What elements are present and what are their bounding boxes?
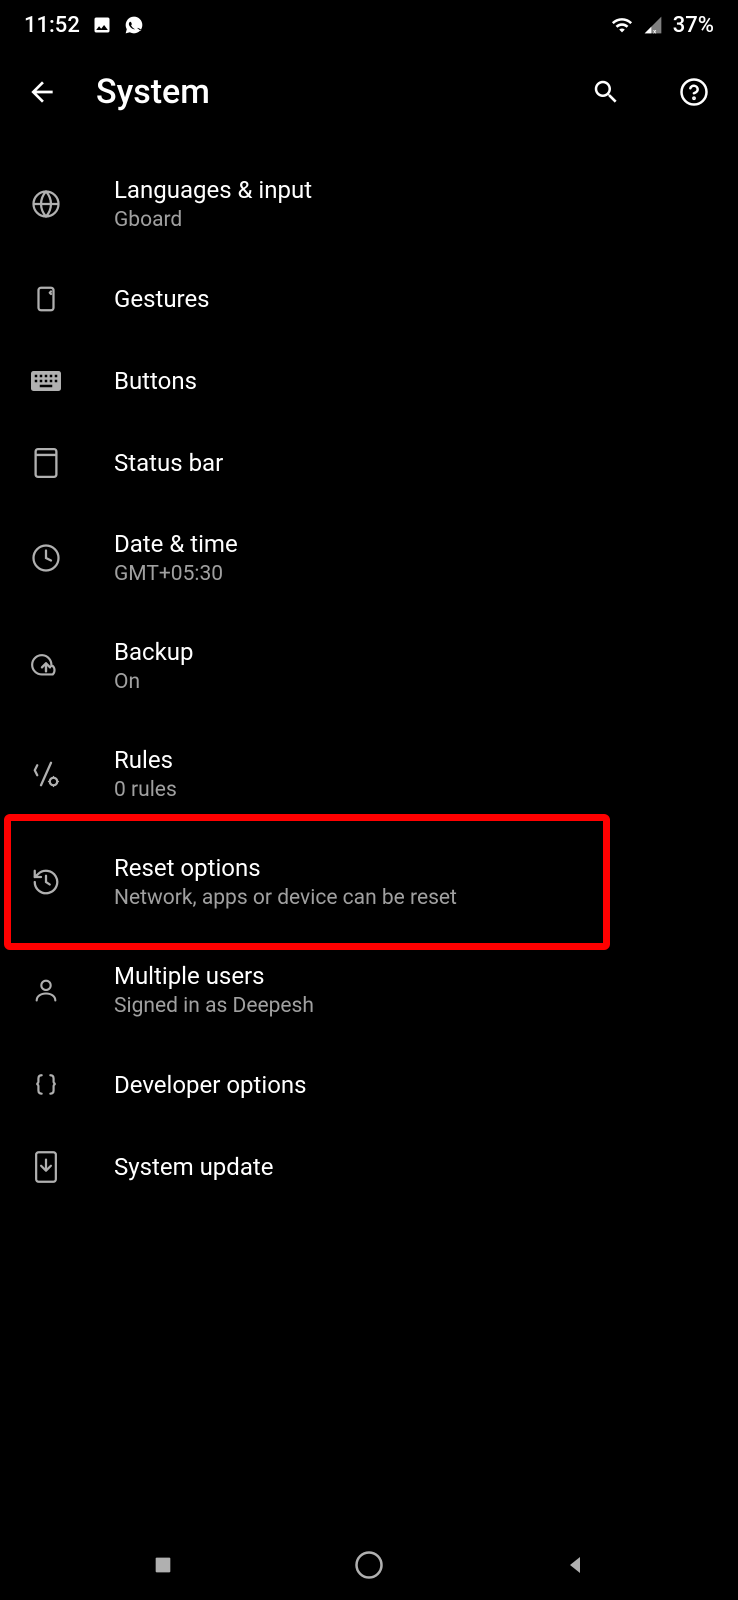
- settings-item-system-update[interactable]: System update: [0, 1126, 738, 1208]
- status-bar-left: 11:52: [24, 13, 144, 38]
- item-subtitle: GMT+05:30: [114, 562, 238, 586]
- back-button[interactable]: [24, 74, 60, 110]
- settings-item-multiple-users[interactable]: Multiple users Signed in as Deepesh: [0, 936, 738, 1044]
- reset-icon: [26, 862, 66, 902]
- keyboard-icon: [26, 361, 66, 401]
- item-title: Backup: [114, 638, 193, 666]
- settings-item-text: Date & time GMT+05:30: [114, 530, 238, 586]
- item-subtitle: On: [114, 670, 193, 694]
- settings-item-text: Reset options Network, apps or device ca…: [114, 854, 457, 910]
- status-bar: 11:52 x 37%: [0, 0, 738, 50]
- phone-download-icon: [26, 1147, 66, 1187]
- item-subtitle: Gboard: [114, 208, 312, 232]
- settings-item-text: Status bar: [114, 449, 223, 477]
- clock-icon: [26, 538, 66, 578]
- wifi-icon: [611, 14, 633, 36]
- item-title: Multiple users: [114, 962, 314, 990]
- settings-item-text: Rules 0 rules: [114, 746, 177, 802]
- item-subtitle: 0 rules: [114, 778, 177, 802]
- rectangle-icon: [26, 443, 66, 483]
- item-title: Rules: [114, 746, 177, 774]
- status-time: 11:52: [24, 13, 80, 38]
- item-title: Date & time: [114, 530, 238, 558]
- whatsapp-icon: [124, 15, 144, 35]
- photo-icon: [92, 15, 112, 35]
- status-bar-right: x 37%: [611, 13, 714, 38]
- settings-item-gestures[interactable]: Gestures: [0, 258, 738, 340]
- item-title: System update: [114, 1153, 273, 1181]
- search-button[interactable]: [586, 72, 626, 112]
- nav-home-button[interactable]: [339, 1535, 399, 1595]
- settings-item-date-time[interactable]: Date & time GMT+05:30: [0, 504, 738, 612]
- settings-item-buttons[interactable]: Buttons: [0, 340, 738, 422]
- cloud-upload-icon: [26, 646, 66, 686]
- help-button[interactable]: [674, 72, 714, 112]
- settings-item-text: Languages & input Gboard: [114, 176, 312, 232]
- settings-item-text: System update: [114, 1153, 273, 1181]
- settings-item-text: Gestures: [114, 285, 210, 313]
- item-title: Reset options: [114, 854, 457, 882]
- settings-list: Languages & input Gboard Gestures Button…: [0, 150, 738, 1208]
- navigation-bar: [0, 1530, 738, 1600]
- item-title: Buttons: [114, 367, 197, 395]
- settings-item-text: Developer options: [114, 1071, 307, 1099]
- signal-icon: x: [643, 15, 663, 35]
- globe-icon: [26, 184, 66, 224]
- item-subtitle: Signed in as Deepesh: [114, 994, 314, 1018]
- page-title: System: [96, 72, 538, 112]
- phone-sparkle-icon: [26, 279, 66, 319]
- settings-item-text: Buttons: [114, 367, 197, 395]
- nav-back-button[interactable]: [545, 1535, 605, 1595]
- item-title: Developer options: [114, 1071, 307, 1099]
- settings-item-developer[interactable]: Developer options: [0, 1044, 738, 1126]
- user-icon: [26, 970, 66, 1010]
- settings-item-languages[interactable]: Languages & input Gboard: [0, 150, 738, 258]
- braces-icon: [26, 1065, 66, 1105]
- rules-icon: [26, 754, 66, 794]
- settings-item-text: Backup On: [114, 638, 193, 694]
- settings-item-rules[interactable]: Rules 0 rules: [0, 720, 738, 828]
- item-title: Gestures: [114, 285, 210, 313]
- settings-item-text: Multiple users Signed in as Deepesh: [114, 962, 314, 1018]
- nav-recents-button[interactable]: [133, 1535, 193, 1595]
- item-title: Languages & input: [114, 176, 312, 204]
- item-title: Status bar: [114, 449, 223, 477]
- settings-item-statusbar[interactable]: Status bar: [0, 422, 738, 504]
- item-subtitle: Network, apps or device can be reset: [114, 886, 457, 910]
- app-bar: System: [0, 50, 738, 150]
- settings-item-reset[interactable]: Reset options Network, apps or device ca…: [0, 828, 738, 936]
- settings-item-backup[interactable]: Backup On: [0, 612, 738, 720]
- battery-percent: 37%: [673, 13, 714, 38]
